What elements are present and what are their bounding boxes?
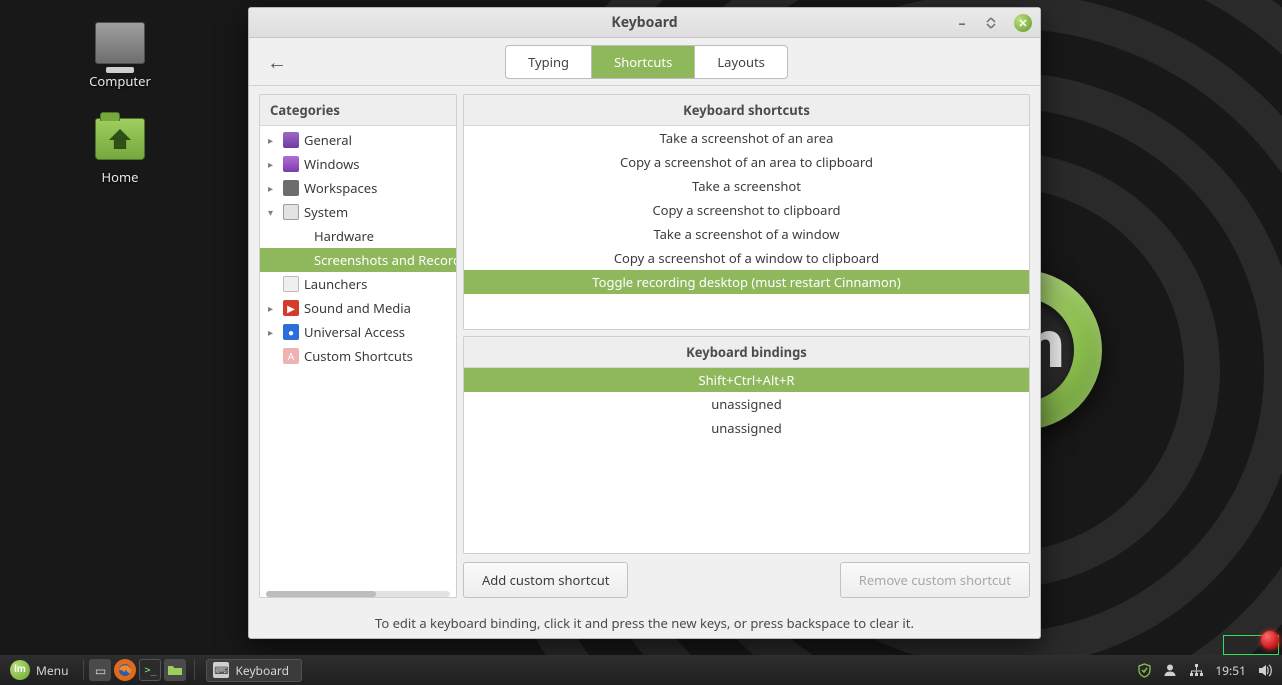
user-icon[interactable] [1163,663,1178,678]
firefox-launcher[interactable] [114,659,136,681]
tab-typing[interactable]: Typing [506,46,592,78]
category-launchers[interactable]: Launchers [260,272,456,296]
tab-bar: Typing Shortcuts Layouts [505,45,788,79]
keyboard-settings-window: Keyboard – ✕ ← Typing Shortcuts Layouts … [248,7,1041,639]
network-icon[interactable] [1189,663,1204,678]
bindings-list[interactable]: Shift+Ctrl+Alt+R unassigned unassigned [464,368,1029,553]
files-launcher[interactable] [164,659,186,681]
taskbar-window-label: Keyboard [235,662,289,679]
back-button[interactable]: ← [259,44,295,79]
binding-row[interactable]: Shift+Ctrl+Alt+R [464,368,1029,392]
bindings-pane: Keyboard bindings Shift+Ctrl+Alt+R unass… [463,336,1030,554]
taskbar-window-keyboard[interactable]: ⌨ Keyboard [206,659,302,682]
mint-logo-icon: lm [10,660,30,680]
menu-button[interactable]: lm Menu [6,657,78,683]
category-label: Universal Access [304,323,405,341]
chevron-right-icon: ▸ [268,155,278,173]
category-screenshots-recording[interactable]: Screenshots and Recording [260,248,456,272]
category-general[interactable]: ▸ General [260,128,456,152]
toolbar: ← Typing Shortcuts Layouts [249,38,1040,86]
terminal-launcher[interactable]: >_ [139,659,161,681]
shortcut-row[interactable]: Copy a screenshot to clipboard [464,198,1029,222]
category-icon: ● [283,324,299,340]
category-label: Windows [304,155,360,173]
category-label: Launchers [304,275,367,293]
tab-shortcuts[interactable]: Shortcuts [592,46,695,78]
category-label: Hardware [314,227,374,245]
category-workspaces[interactable]: ▸ Workspaces [260,176,456,200]
computer-icon [95,22,145,64]
shortcuts-header: Keyboard shortcuts [464,95,1029,126]
categories-header: Categories [260,95,456,126]
recording-indicator-icon [1261,631,1279,649]
remove-custom-shortcut-button[interactable]: Remove custom shortcut [840,562,1030,598]
category-label: System [304,203,348,221]
category-icon [283,156,299,172]
category-hardware[interactable]: Hardware [260,224,456,248]
update-shield-icon[interactable] [1137,663,1152,678]
category-sound-media[interactable]: ▸ ▶ Sound and Media [260,296,456,320]
horizontal-scrollbar[interactable] [266,591,450,597]
bindings-header: Keyboard bindings [464,337,1029,368]
maximize-button[interactable] [984,15,1000,31]
hint-text: To edit a keyboard binding, click it and… [249,604,1040,638]
volume-icon[interactable] [1257,663,1272,678]
window-titlebar[interactable]: Keyboard – ✕ [249,8,1040,38]
shortcut-row[interactable]: Toggle recording desktop (must restart C… [464,270,1029,294]
shortcut-row[interactable]: Take a screenshot of a window [464,222,1029,246]
category-label: Workspaces [304,179,377,197]
tab-layouts[interactable]: Layouts [695,46,787,78]
chevron-right-icon: ▸ [268,131,278,149]
menu-label: Menu [36,662,68,679]
category-system[interactable]: ▾ System [260,200,456,224]
category-icon [283,180,299,196]
shortcut-row[interactable]: Copy a screenshot of an area to clipboar… [464,150,1029,174]
binding-row[interactable]: unassigned [464,416,1029,440]
category-custom-shortcuts[interactable]: A Custom Shortcuts [260,344,456,368]
desktop-icon-computer[interactable]: Computer [60,22,180,90]
desktop-icon-label: Home [60,168,180,186]
category-windows[interactable]: ▸ Windows [260,152,456,176]
categories-pane: Categories ▸ General ▸ Windows ▸ Workspa… [259,94,457,598]
shortcut-row[interactable]: Copy a screenshot of a window to clipboa… [464,246,1029,270]
shortcuts-list[interactable]: Take a screenshot of an area Copy a scre… [464,126,1029,329]
categories-list[interactable]: ▸ General ▸ Windows ▸ Workspaces ▾ [260,126,456,591]
chevron-right-icon: ▸ [268,299,278,317]
window-title: Keyboard [611,13,677,32]
desktop-icon-home[interactable]: Home [60,118,180,186]
clock[interactable]: 19:51 [1215,662,1246,679]
category-label: Sound and Media [304,299,411,317]
keyboard-icon: ⌨ [213,662,229,678]
category-icon [283,132,299,148]
taskbar: lm Menu ▭ >_ ⌨ Keyboard 19:51 [0,655,1282,685]
home-folder-icon [95,118,145,160]
system-tray: 19:51 [1137,662,1276,679]
chevron-right-icon: ▸ [268,179,278,197]
show-desktop-button[interactable]: ▭ [89,659,111,681]
category-icon: A [283,348,299,364]
close-button[interactable]: ✕ [1014,14,1032,32]
category-icon [283,204,299,220]
category-universal-access[interactable]: ▸ ● Universal Access [260,320,456,344]
shortcut-row[interactable]: Take a screenshot of an area [464,126,1029,150]
category-label: General [304,131,352,149]
category-label: Screenshots and Recording [314,251,456,269]
category-icon [283,276,299,292]
shortcut-row[interactable]: Take a screenshot [464,174,1029,198]
taskbar-separator [83,660,84,680]
binding-row[interactable]: unassigned [464,392,1029,416]
minimize-button[interactable]: – [954,15,970,31]
chevron-down-icon: ▾ [268,203,278,221]
taskbar-separator [194,660,195,680]
desktop-icon-label: Computer [60,72,180,90]
add-custom-shortcut-button[interactable]: Add custom shortcut [463,562,628,598]
category-icon: ▶ [283,300,299,316]
shortcuts-pane: Keyboard shortcuts Take a screenshot of … [463,94,1030,330]
category-label: Custom Shortcuts [304,347,413,365]
chevron-right-icon: ▸ [268,323,278,341]
